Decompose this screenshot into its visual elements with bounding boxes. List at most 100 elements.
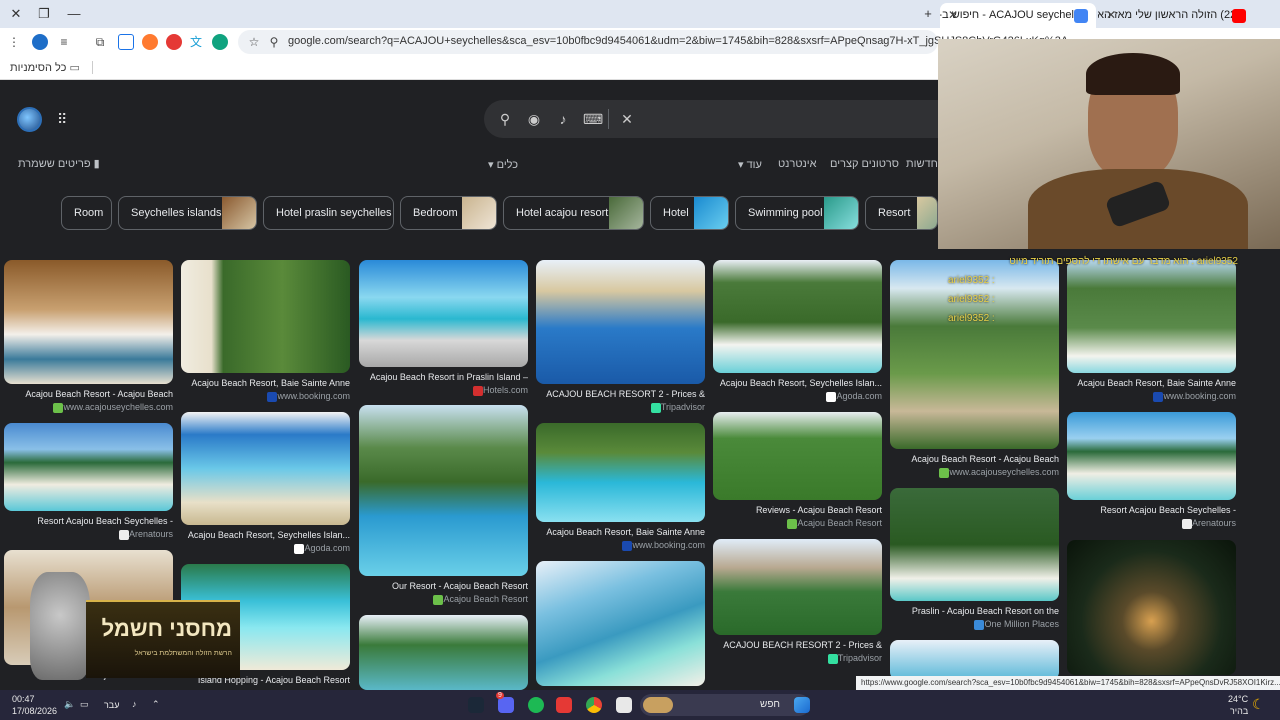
result-image[interactable]	[536, 561, 705, 686]
windows-start-icon[interactable]	[794, 697, 810, 713]
result-source[interactable]: www.acajouseychelles.com	[63, 402, 173, 412]
result-image[interactable]	[713, 260, 882, 373]
result-image[interactable]	[890, 488, 1059, 601]
tab-web[interactable]: אינטרנט	[778, 158, 817, 170]
result-image[interactable]	[536, 260, 705, 384]
chip-room[interactable]: Room	[61, 196, 112, 230]
search-box[interactable]: ⚲ ◉ ♪ ⌨ ✕	[484, 100, 964, 138]
result-caption[interactable]: Acajou Beach Resort, Baie Sainte Anne	[536, 527, 705, 537]
language-indicator[interactable]: עבר	[104, 700, 119, 710]
tray-expand-icon[interactable]: ⌃	[152, 699, 160, 710]
tab-short-videos[interactable]: סרטונים קצרים	[830, 158, 899, 170]
result-caption[interactable]: Acajou Beach Resort, Seychelles Islan...	[181, 530, 350, 540]
image-result[interactable]: Reviews - Acajou Beach Resort Acajou Bea…	[713, 412, 882, 529]
result-source[interactable]: Tripadvisor	[661, 402, 705, 412]
result-image[interactable]	[890, 640, 1059, 680]
result-caption[interactable]: Acajou Beach Resort, Baie Sainte Anne	[1067, 378, 1236, 388]
result-source[interactable]: Arenatours	[129, 529, 173, 539]
discord-icon[interactable]	[498, 697, 514, 713]
image-result[interactable]: Resort Acajou Beach Seychelles - Arenato…	[4, 423, 173, 540]
result-image[interactable]	[1067, 412, 1236, 500]
result-caption[interactable]: Acajou Beach Resort in Praslin Island –	[359, 372, 528, 382]
image-result[interactable]: Resort Acajou Beach Seychelles - Arenato…	[1067, 412, 1236, 529]
result-source[interactable]: Acajou Beach Resort	[797, 518, 882, 528]
weather-temp[interactable]: 24°C	[1228, 694, 1248, 704]
image-result[interactable]: Acajou Beach Resort - Acajou Beach www.a…	[4, 260, 173, 413]
address-bar[interactable]: ☆ ⚲ google.com/search?q=ACAJOU+seychelle…	[238, 30, 1068, 54]
result-image[interactable]	[181, 412, 350, 525]
result-source[interactable]: Arenatours	[1192, 518, 1236, 528]
image-result[interactable]: Acajou Beach Resort, Seychelles Islan...…	[713, 260, 882, 402]
result-source[interactable]: www.booking.com	[1163, 391, 1236, 401]
image-result[interactable]: ACAJOU BEACH RESORT 2 - Prices & Tripadv…	[713, 539, 882, 664]
image-result[interactable]	[890, 640, 1059, 680]
image-result[interactable]: Acajou Beach Resort, Seychelles Islan...…	[181, 412, 350, 554]
saved-items-link[interactable]: פריטים ששמרת ▮	[18, 157, 100, 170]
minimize-window-icon[interactable]: —	[64, 4, 84, 24]
result-source[interactable]: Acajou Beach Resort	[443, 594, 528, 604]
result-image[interactable]	[1067, 540, 1236, 675]
result-image[interactable]	[359, 615, 528, 690]
image-result[interactable]: Acajou Beach Resort, Baie Sainte Anne ww…	[181, 260, 350, 402]
mic-icon[interactable]: ♪	[554, 110, 572, 128]
all-bookmarks-button[interactable]: כל הסימניות ▭	[10, 61, 80, 74]
tab-youtube[interactable]: ✕ (229) הזולה הראשון שלי מאז הא...	[1098, 3, 1254, 28]
chip-bedroom[interactable]: Bedroom	[400, 196, 497, 230]
profile-icon[interactable]	[32, 34, 48, 50]
result-caption[interactable]: Acajou Beach Resort, Seychelles Islan...	[713, 378, 882, 388]
chatgpt-icon[interactable]	[212, 34, 228, 50]
result-source[interactable]: Hotels.com	[483, 385, 528, 395]
result-caption[interactable]: Acajou Beach Resort - Acajou Beach	[890, 454, 1059, 464]
keyboard-icon[interactable]: ⌨	[583, 110, 603, 128]
taskbar-search[interactable]: חפש ⚲	[640, 694, 810, 716]
playlist-icon[interactable]: ≡	[56, 34, 72, 50]
result-image[interactable]	[4, 423, 173, 511]
result-source[interactable]: Tripadvisor	[838, 653, 882, 663]
chip-seychelles-islands[interactable]: Seychelles islands	[118, 196, 257, 230]
mic-tray-icon[interactable]: ♪	[132, 699, 137, 709]
steam-icon[interactable]	[468, 697, 484, 713]
new-tab-icon[interactable]: +	[918, 4, 938, 24]
restore-window-icon[interactable]: ❐	[34, 4, 54, 24]
result-caption[interactable]: ACAJOU BEACH RESORT 2 - Prices &	[536, 389, 705, 399]
result-image[interactable]	[713, 412, 882, 500]
recorder-icon[interactable]	[556, 697, 572, 713]
image-result[interactable]: Our Resort - Acajou Beach Resort Acajou …	[359, 405, 528, 605]
chrome-icon[interactable]	[586, 697, 602, 713]
network-icon[interactable]: ▭	[80, 699, 89, 710]
clock-time[interactable]: 00:47	[12, 694, 35, 704]
tab-news[interactable]: חדשות	[906, 158, 938, 170]
clear-search-icon[interactable]: ✕	[618, 110, 636, 128]
chip-swimming-pool[interactable]: Swimming pool	[735, 196, 859, 230]
chip-hotel[interactable]: Hotel	[650, 196, 729, 230]
result-image[interactable]	[181, 260, 350, 373]
weather-desc[interactable]: בהיר	[1230, 706, 1248, 716]
tools-dropdown[interactable]: ▾ כלים	[488, 158, 518, 171]
google-apps-icon[interactable]: ⠿	[57, 111, 73, 127]
result-source[interactable]: www.booking.com	[277, 391, 350, 401]
image-result[interactable]: Acajou Beach Resort in Praslin Island – …	[359, 260, 528, 396]
image-result[interactable]: Acajou Beach Resort, Baie Sainte Anne ww…	[536, 423, 705, 551]
image-result[interactable]	[359, 615, 528, 690]
extension-red-icon[interactable]	[166, 34, 182, 50]
close-tab-icon[interactable]: ✕	[1106, 3, 1116, 28]
lens-icon[interactable]: ◉	[525, 110, 543, 128]
site-info-icon[interactable]: ⚲	[266, 34, 282, 50]
tab-more[interactable]: ▾ עוד	[738, 158, 762, 171]
chip-hotel-acajou-resort[interactable]: Hotel acajou resort	[503, 196, 644, 230]
extensions-icon[interactable]: ⧉	[92, 34, 108, 50]
result-source[interactable]: Agoda.com	[304, 543, 350, 553]
spotify-icon[interactable]	[528, 697, 544, 713]
result-caption[interactable]: Resort Acajou Beach Seychelles -	[1067, 505, 1236, 515]
result-image[interactable]	[4, 260, 173, 384]
search-icon[interactable]: ⚲	[496, 110, 514, 128]
chip-hotel-praslin[interactable]: Hotel praslin seychelles	[263, 196, 394, 230]
result-image[interactable]	[536, 423, 705, 522]
result-caption[interactable]: Reviews - Acajou Beach Resort	[713, 505, 882, 515]
result-source[interactable]: www.acajouseychelles.com	[949, 467, 1059, 477]
chip-resort[interactable]: Resort	[865, 196, 938, 230]
result-image[interactable]	[713, 539, 882, 635]
result-source[interactable]: Agoda.com	[836, 391, 882, 401]
result-caption[interactable]: Acajou Beach Resort, Baie Sainte Anne	[181, 378, 350, 388]
result-image[interactable]	[359, 405, 528, 576]
